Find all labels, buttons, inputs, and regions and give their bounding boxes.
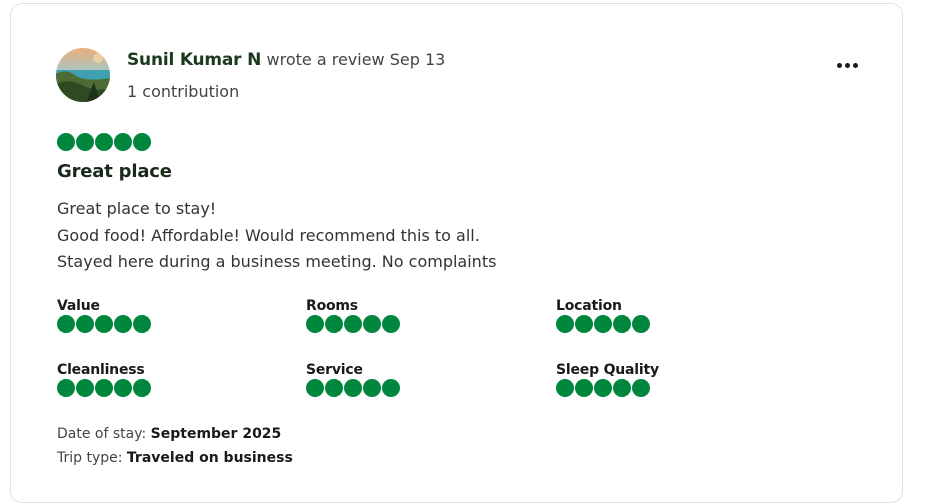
sub-rating-label: Rooms <box>306 298 358 314</box>
rating-bubble <box>556 315 574 333</box>
date-of-stay: Date of stay: September 2025 <box>57 426 281 442</box>
review-body-line: Good food! Affordable! Would recommend t… <box>57 225 480 245</box>
rating-bubble <box>363 379 381 397</box>
rating-bubble <box>76 133 94 151</box>
rating-bubble <box>57 133 75 151</box>
rating-bubble <box>57 379 75 397</box>
rating-bubble <box>95 315 113 333</box>
rating-bubbles <box>306 315 400 333</box>
rating-bubble <box>133 315 151 333</box>
rating-bubble <box>382 315 400 333</box>
rating-bubble <box>306 315 324 333</box>
ellipsis-icon-dot <box>852 62 858 68</box>
trip-type-value: Traveled on business <box>126 450 293 466</box>
rating-bubble <box>57 315 75 333</box>
ellipsis-icon-dot <box>844 62 850 68</box>
avatar-image <box>56 48 110 102</box>
rating-bubbles <box>306 379 400 397</box>
rating-bubble <box>114 315 132 333</box>
sub-rating-label: Cleanliness <box>57 362 145 378</box>
sub-rating-label: Sleep Quality <box>556 362 659 378</box>
rating-bubbles <box>556 315 650 333</box>
sub-rating-sleep-quality: Sleep Quality <box>556 362 659 397</box>
review-card: Sunil Kumar N wrote a review Sep 13 1 co… <box>10 3 903 503</box>
sub-rating-value: Value <box>57 298 151 333</box>
rating-bubble <box>76 379 94 397</box>
overall-rating <box>57 133 151 151</box>
sub-rating-label: Service <box>306 362 363 378</box>
date-of-stay-value: September 2025 <box>150 426 282 442</box>
review-date: wrote a review Sep 13 <box>266 50 446 69</box>
rating-bubble <box>632 315 650 333</box>
sub-rating-cleanliness: Cleanliness <box>57 362 151 397</box>
sub-rating-location: Location <box>556 298 650 333</box>
reviewer-line: Sunil Kumar N wrote a review Sep 13 <box>127 50 445 70</box>
rating-bubble <box>114 133 132 151</box>
rating-bubble <box>556 379 574 397</box>
review-title[interactable]: Great place <box>57 161 172 182</box>
rating-bubble <box>344 315 362 333</box>
rating-bubble <box>344 379 362 397</box>
rating-bubble <box>325 379 343 397</box>
rating-bubble <box>613 315 631 333</box>
rating-bubbles <box>556 379 659 397</box>
rating-bubble <box>306 379 324 397</box>
rating-bubble <box>575 315 593 333</box>
sub-rating-rooms: Rooms <box>306 298 400 333</box>
trip-type: Trip type: Traveled on business <box>57 450 293 466</box>
rating-bubble <box>133 133 151 151</box>
reviewer-name[interactable]: Sunil Kumar N <box>127 50 261 70</box>
rating-bubble <box>95 379 113 397</box>
trip-type-label: Trip type: <box>57 450 123 466</box>
date-of-stay-label: Date of stay: <box>57 426 147 442</box>
review-body-line: Great place to stay! <box>57 199 217 218</box>
rating-bubble <box>594 379 612 397</box>
review-body-line: Stayed here during a business meeting. N… <box>57 252 497 271</box>
rating-bubble <box>363 315 381 333</box>
rating-bubbles <box>57 379 151 397</box>
more-options-button[interactable] <box>829 52 865 78</box>
sub-rating-service: Service <box>306 362 400 397</box>
rating-bubble <box>114 379 132 397</box>
rating-bubble <box>575 379 593 397</box>
rating-bubble <box>632 379 650 397</box>
rating-bubble <box>594 315 612 333</box>
ellipsis-icon <box>836 62 842 68</box>
rating-bubble <box>76 315 94 333</box>
review-body: Great place to stay! Good food! Affordab… <box>57 196 496 276</box>
rating-bubble <box>382 379 400 397</box>
rating-bubble <box>613 379 631 397</box>
avatar[interactable] <box>56 48 110 102</box>
rating-bubbles <box>57 315 151 333</box>
rating-bubble <box>133 379 151 397</box>
rating-bubbles <box>57 133 151 151</box>
rating-bubble <box>325 315 343 333</box>
rating-bubble <box>95 133 113 151</box>
sub-rating-label: Value <box>57 298 100 314</box>
contribution-count: 1 contribution <box>127 82 240 101</box>
sub-rating-label: Location <box>556 298 622 314</box>
